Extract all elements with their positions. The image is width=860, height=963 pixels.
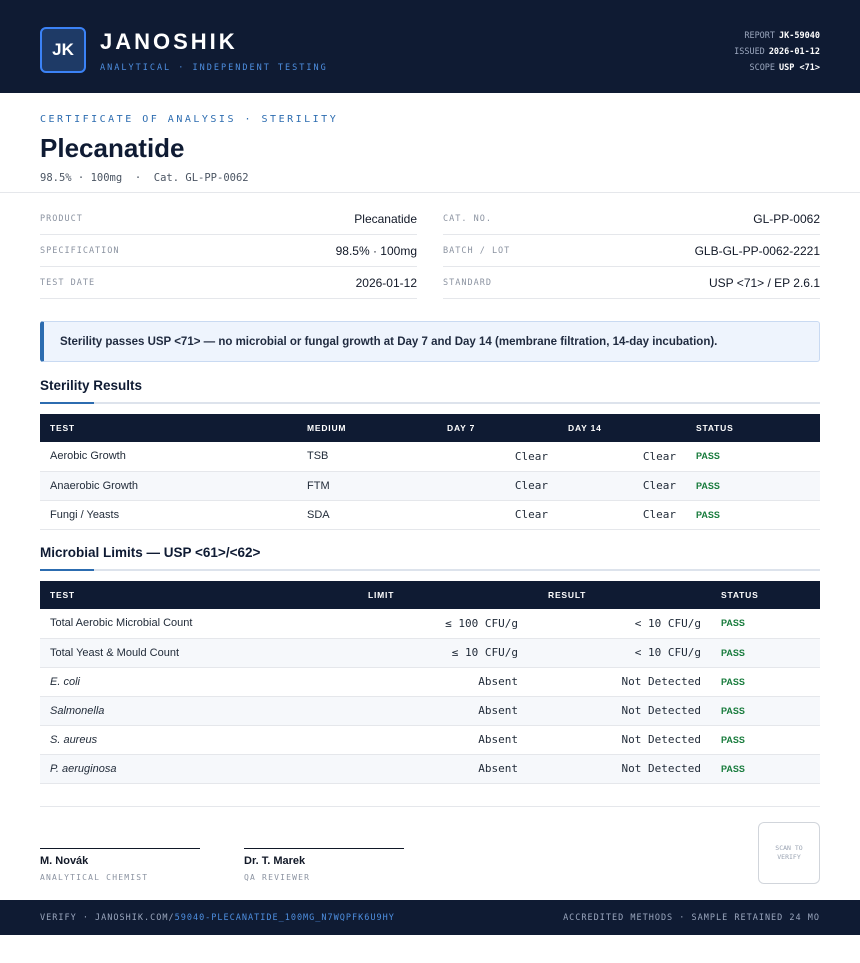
meta-report: REPORT JK-59040 [744, 31, 820, 41]
brand-logo: JK [40, 27, 86, 73]
status-badge: PASS [686, 442, 820, 472]
meta-issued: ISSUED 2026-01-12 [734, 47, 820, 57]
section-rule-accent [40, 569, 94, 571]
status-badge: PASS [711, 667, 820, 697]
page-title: Plecanatide [40, 133, 185, 163]
table-row: Fungi / Yeasts SDA Clear Clear PASS [40, 500, 820, 530]
col-day7: DAY 7 [437, 414, 558, 442]
product-subtitle: 98.5% · 100mg · Cat. GL-PP-0062 [40, 172, 249, 184]
status-badge: PASS [711, 609, 820, 639]
result-summary-notice: Sterility passes USP <71> — no microbial… [40, 321, 820, 362]
table-row: E. coli Absent Not Detected PASS [40, 667, 820, 697]
table-row: Total Aerobic Microbial Count ≤ 100 CFU/… [40, 609, 820, 639]
microbial-section-heading: Microbial Limits — USP <61>/<62> [40, 545, 820, 571]
status-badge: PASS [711, 754, 820, 784]
col-status: STATUS [711, 581, 820, 609]
verify-link[interactable]: 59040-PLECANATIDE_100MG_N7WQPFK6U9HY [175, 913, 395, 923]
signatory-name: Dr. T. Marek [244, 855, 306, 867]
report-meta: REPORT JK-59040 ISSUED 2026-01-12 SCOPE USP… [734, 28, 820, 76]
table-row: Salmonella Absent Not Detected PASS [40, 696, 820, 726]
verify-qr-code[interactable]: SCAN TO VERIFY [758, 822, 820, 884]
table-header-row: TEST MEDIUM DAY 7 DAY 14 STATUS [40, 414, 820, 442]
table-row: S. aureus Absent Not Detected PASS [40, 725, 820, 755]
info-row-batch: BATCH / LOT GLB-GL-PP-0062-2221 [443, 235, 820, 267]
info-row-cat-no: CAT. NO. GL-PP-0062 [443, 203, 820, 235]
sterility-section-heading: Sterility Results [40, 378, 820, 404]
section-rule [40, 569, 820, 571]
col-test: TEST [40, 414, 297, 442]
report-footer: VERIFY · JANOSHIK.COM/59040-PLECANATIDE_… [0, 900, 860, 935]
signature-block-reviewer: Dr. T. Marek QA REVIEWER [244, 848, 404, 882]
meta-scope: SCOPE USP <71> [749, 63, 820, 73]
status-badge: PASS [711, 696, 820, 726]
signatory-name: M. Novák [40, 855, 89, 867]
section-title-microbial: Microbial Limits — USP <61>/<62> [40, 545, 261, 560]
product-info-right: CAT. NO. GL-PP-0062 BATCH / LOT GLB-GL-P… [443, 203, 820, 299]
col-status: STATUS [686, 414, 820, 442]
section-rule [40, 402, 820, 404]
col-day14: DAY 14 [558, 414, 686, 442]
table-row: P. aeruginosa Absent Not Detected PASS [40, 754, 820, 784]
col-limit: LIMIT [358, 581, 528, 609]
signatory-role: QA REVIEWER [244, 873, 311, 882]
document-type: CERTIFICATE OF ANALYSIS · STERILITY [40, 114, 339, 125]
product-info-left: PRODUCT Plecanatide SPECIFICATION 98.5% … [40, 203, 417, 299]
report-header: JK JANOSHIK ANALYTICAL · INDEPENDENT TES… [0, 0, 860, 93]
divider [40, 806, 820, 807]
section-rule-accent [40, 402, 94, 404]
status-badge: PASS [686, 471, 820, 501]
table-row: Anaerobic Growth FTM Clear Clear PASS [40, 471, 820, 501]
sterility-table: TEST MEDIUM DAY 7 DAY 14 STATUS Aerobic … [40, 414, 820, 530]
info-row-standard: STANDARD USP <71> / EP 2.6.1 [443, 267, 820, 299]
info-row-specification: SPECIFICATION 98.5% · 100mg [40, 235, 417, 267]
status-badge: PASS [711, 725, 820, 755]
table-row: Aerobic Growth TSB Clear Clear PASS [40, 442, 820, 472]
divider [0, 192, 860, 193]
microbial-limits-table: TEST LIMIT RESULT STATUS Total Aerobic M… [40, 581, 820, 784]
section-title-sterility: Sterility Results [40, 378, 143, 393]
brand-tagline: ANALYTICAL · INDEPENDENT TESTING [100, 63, 328, 73]
col-result: RESULT [528, 581, 711, 609]
footer-note: ACCREDITED METHODS · SAMPLE RETAINED 24 … [563, 912, 820, 923]
brand-name: JANOSHIK [100, 29, 238, 54]
table-header-row: TEST LIMIT RESULT STATUS [40, 581, 820, 609]
col-medium: MEDIUM [297, 414, 437, 442]
table-row: Total Yeast & Mould Count ≤ 10 CFU/g < 1… [40, 638, 820, 668]
signatory-role: ANALYTICAL CHEMIST [40, 873, 149, 882]
col-test: TEST [40, 581, 358, 609]
status-badge: PASS [711, 638, 820, 668]
info-row-test-date: TEST DATE 2026-01-12 [40, 267, 417, 299]
signature-block-chemist: M. Novák ANALYTICAL CHEMIST [40, 848, 200, 882]
info-row-product: PRODUCT Plecanatide [40, 203, 417, 235]
verify-line: VERIFY · JANOSHIK.COM/59040-PLECANATIDE_… [40, 912, 395, 923]
status-badge: PASS [686, 500, 820, 530]
